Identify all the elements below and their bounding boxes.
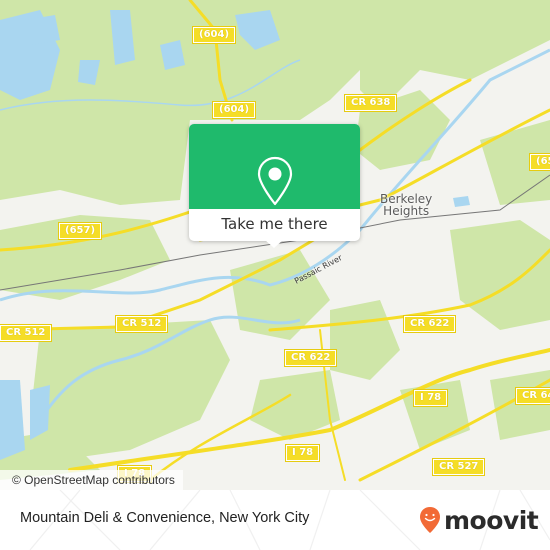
popup-tail [265, 240, 283, 248]
location-popup: Take me there [189, 124, 360, 248]
road-label: (65 [529, 153, 550, 171]
road-label: CR 64 [514, 387, 550, 405]
road-label: CR 512 [0, 324, 53, 342]
moovit-logo[interactable]: moovit [419, 505, 539, 535]
map-pin-icon [257, 156, 293, 206]
road-label: CR 622 [283, 349, 338, 367]
road-label: CR 622 [402, 315, 457, 333]
road-label: (604) [211, 101, 257, 119]
popup-header [189, 124, 360, 209]
footer: Mountain Deli & Convenience, New York Ci… [0, 490, 550, 550]
road-label: (657) [57, 222, 103, 240]
road-label: I 78 [412, 389, 449, 407]
take-me-there-button[interactable]: Take me there [189, 209, 360, 241]
place-label-berkeley-heights: Berkeley Heights [380, 193, 432, 217]
road-label: CR 512 [114, 315, 169, 333]
road-label: (604) [191, 26, 237, 44]
road-label: CR 527 [431, 458, 486, 476]
place-label-line: Heights [383, 204, 430, 218]
map[interactable]: (604) (604) CR 638 (657) (65 CR 512 CR 5… [0, 0, 550, 490]
map-attribution[interactable]: © OpenStreetMap contributors [0, 470, 183, 490]
moovit-wordmark: moovit [444, 505, 539, 535]
road-label: I 78 [284, 444, 321, 462]
place-title: Mountain Deli & Convenience, New York Ci… [20, 510, 310, 526]
road-label: CR 638 [343, 94, 398, 112]
moovit-pin-icon [420, 507, 440, 533]
